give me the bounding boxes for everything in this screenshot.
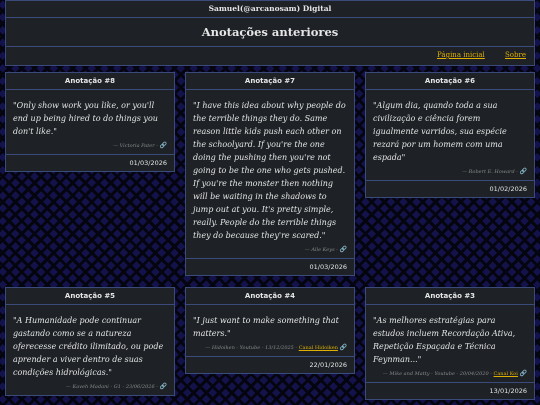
link-icon[interactable]: 🔗 bbox=[340, 344, 347, 351]
card-title: Anotação #5 bbox=[6, 288, 174, 305]
annotation-card: Anotação #8 "Only show work you like, or… bbox=[5, 72, 175, 172]
card-quote: "Algum dia, quando toda a sua civilizaçã… bbox=[373, 101, 507, 162]
card-quote: "I have this idea about why people do th… bbox=[193, 101, 346, 240]
attribution-text: — Victoria Pater - bbox=[113, 143, 158, 149]
card-date: 01/02/2026 bbox=[366, 180, 534, 197]
card-title: Anotação #6 bbox=[366, 73, 534, 90]
page-title: Anotações anteriores bbox=[6, 18, 534, 47]
card-title: Anotação #7 bbox=[186, 73, 354, 90]
card-attribution: — Kaveh Madani - G1 - 23/06/2026 - 🔗 bbox=[13, 383, 167, 390]
site-header: Samuel(@arcanosam) Digital Anotações ant… bbox=[5, 0, 535, 66]
attribution-text: — Robert E. Howard - bbox=[462, 169, 518, 175]
card-date: 01/03/2026 bbox=[6, 154, 174, 171]
annotation-card: Anotação #4 "I just want to make somethi… bbox=[185, 287, 355, 374]
card-quote: "I just want to make something that matt… bbox=[193, 316, 339, 338]
source-link[interactable]: Canal Koi bbox=[494, 371, 518, 377]
nav-home-link[interactable]: Página inicial bbox=[437, 51, 485, 59]
link-icon[interactable]: 🔗 bbox=[160, 142, 167, 149]
card-attribution: — Alle Keys - 🔗 bbox=[193, 246, 347, 253]
annotation-card: Anotação #6 "Algum dia, quando toda a su… bbox=[365, 72, 535, 198]
card-attribution: — Hidoiken - Youtube - 13/12/2025 - Cana… bbox=[193, 344, 347, 351]
link-icon[interactable]: 🔗 bbox=[160, 383, 167, 390]
card-quote: "As melhores estratégias para estudos in… bbox=[373, 316, 516, 364]
annotation-card: Anotação #5 "A Humanidade pode continuar… bbox=[5, 287, 175, 396]
card-date: 22/01/2026 bbox=[186, 356, 354, 373]
top-nav: Página inicial Sobre bbox=[6, 47, 534, 59]
attribution-text: — Alle Keys - bbox=[304, 247, 338, 253]
card-quote: "Only show work you like, or you'll end … bbox=[13, 101, 158, 136]
attribution-text: — Mike and Matty - Youtube - 20/04/2020 … bbox=[382, 371, 492, 377]
annotation-card: Anotação #3 "As melhores estratégias par… bbox=[365, 287, 535, 400]
nav-about-link[interactable]: Sobre bbox=[505, 51, 526, 59]
card-title: Anotação #3 bbox=[366, 288, 534, 305]
card-date: 13/01/2026 bbox=[366, 382, 534, 399]
card-attribution: — Mike and Matty - Youtube - 20/04/2020 … bbox=[373, 370, 527, 377]
link-icon[interactable]: 🔗 bbox=[520, 168, 527, 175]
attribution-text: — Kaveh Madani - G1 - 23/06/2026 - bbox=[65, 384, 158, 390]
card-title: Anotação #8 bbox=[6, 73, 174, 90]
link-icon[interactable]: 🔗 bbox=[520, 370, 527, 377]
source-link[interactable]: Canal Hidoiken bbox=[299, 345, 338, 351]
card-title: Anotação #4 bbox=[186, 288, 354, 305]
annotation-card: Anotação #7 "I have this idea about why … bbox=[185, 72, 355, 276]
link-icon[interactable]: 🔗 bbox=[340, 246, 347, 253]
site-title: Samuel(@arcanosam) Digital bbox=[6, 1, 534, 18]
card-quote: "A Humanidade pode continuar gastando co… bbox=[13, 316, 164, 377]
attribution-text: — Hidoiken - Youtube - 13/12/2025 - bbox=[205, 345, 298, 351]
card-attribution: — Robert E. Howard - 🔗 bbox=[373, 168, 527, 175]
card-attribution: — Victoria Pater - 🔗 bbox=[13, 142, 167, 149]
card-date: 01/03/2026 bbox=[186, 258, 354, 275]
